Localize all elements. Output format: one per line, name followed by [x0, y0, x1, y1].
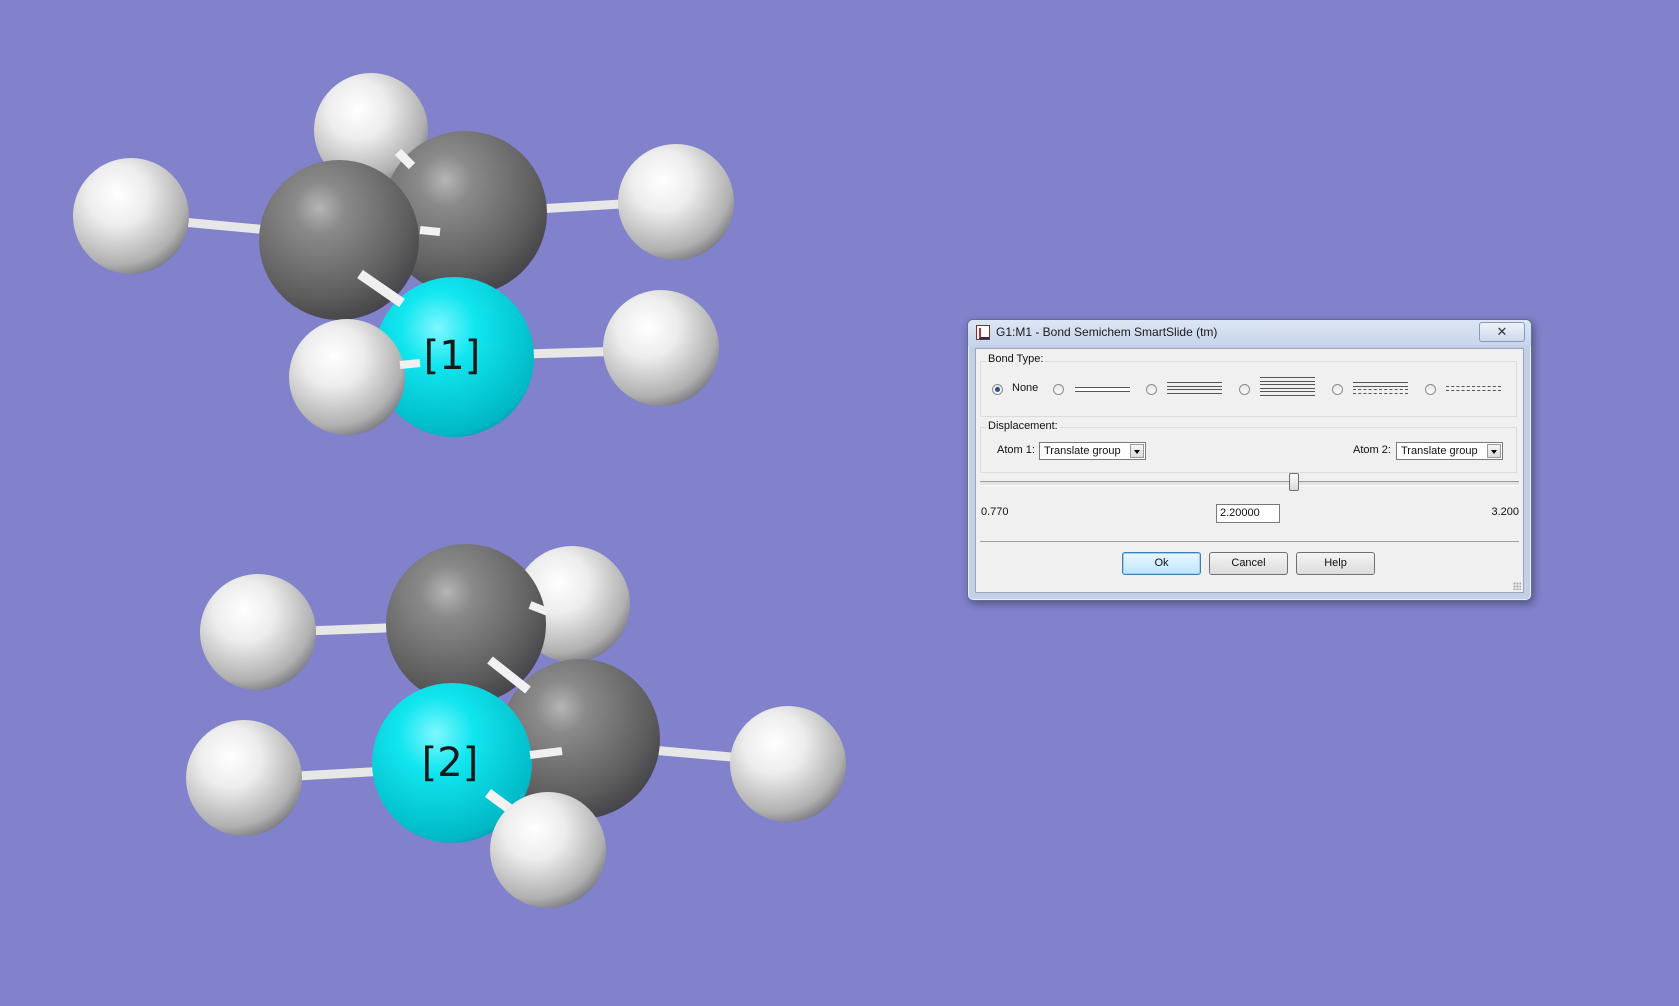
dialog-body: Bond Type: None Displacement: Atom 1: Tr	[975, 348, 1524, 593]
molecule-2[interactable]: [2]	[186, 544, 846, 908]
triple-bond-icon	[1260, 377, 1315, 397]
bond-triple-radio[interactable]	[1239, 384, 1250, 395]
ok-button[interactable]: Ok	[1122, 552, 1201, 575]
aromatic-bond-icon	[1353, 382, 1408, 394]
bond-length-input[interactable]: 2.20000	[1216, 504, 1280, 523]
atom2-select[interactable]: Translate group	[1396, 442, 1503, 460]
cancel-button[interactable]: Cancel	[1209, 552, 1288, 575]
chevron-down-icon[interactable]	[1487, 444, 1501, 458]
smartslide-dialog[interactable]: G1:M1 - Bond Semichem SmartSlide (tm) ✕ …	[967, 319, 1532, 601]
button-row: Ok Cancel Help	[1122, 552, 1382, 576]
help-button[interactable]: Help	[1296, 552, 1375, 575]
single-bond-icon	[1075, 387, 1130, 392]
hydrogen-atom	[490, 792, 606, 908]
molecule-label-1: [1]	[424, 333, 481, 379]
atom2-value: Translate group	[1401, 445, 1478, 457]
bond-single-radio[interactable]	[1053, 384, 1064, 395]
resize-grip[interactable]	[1513, 582, 1521, 590]
bond	[399, 359, 421, 369]
app-icon	[976, 325, 990, 340]
hydrogen-atom	[289, 319, 405, 435]
atom2-label: Atom 2:	[1353, 444, 1391, 456]
slider-min-label: 0.770	[981, 506, 1009, 518]
dialog-titlebar[interactable]: G1:M1 - Bond Semichem SmartSlide (tm) ✕	[968, 320, 1531, 346]
bond	[529, 747, 563, 759]
chevron-down-icon[interactable]	[1130, 444, 1144, 458]
hydrogen-atom	[186, 720, 302, 836]
hydrogen-atom	[200, 574, 316, 690]
bond-type-label: Bond Type:	[986, 353, 1046, 365]
hydrogen-atom	[618, 144, 734, 260]
bond-aromatic-radio[interactable]	[1332, 384, 1343, 395]
atom1-value: Translate group	[1044, 445, 1121, 457]
partial-bond-icon	[1446, 386, 1501, 391]
close-button[interactable]: ✕	[1479, 322, 1525, 342]
bond-double-radio[interactable]	[1146, 384, 1157, 395]
divider	[980, 541, 1519, 542]
slider-track[interactable]	[980, 481, 1519, 486]
molecule-label-2: [2]	[422, 740, 479, 786]
hydrogen-atom	[603, 290, 719, 406]
displacement-label: Displacement:	[986, 420, 1060, 432]
hydrogen-atom	[730, 706, 846, 822]
dialog-title: G1:M1 - Bond Semichem SmartSlide (tm)	[996, 325, 1218, 339]
molecule-1[interactable]: [1]	[73, 73, 734, 437]
slider-thumb[interactable]	[1289, 473, 1299, 491]
double-bond-icon	[1167, 382, 1222, 394]
atom1-label: Atom 1:	[997, 444, 1035, 456]
hydrogen-atom	[73, 158, 189, 274]
atom1-select[interactable]: Translate group	[1039, 442, 1146, 460]
bond-none-radio[interactable]	[992, 384, 1003, 395]
bond	[419, 226, 441, 236]
bond-none-label: None	[1012, 382, 1039, 394]
slider-max-label: 3.200	[1491, 506, 1519, 518]
bond-partial-radio[interactable]	[1425, 384, 1436, 395]
